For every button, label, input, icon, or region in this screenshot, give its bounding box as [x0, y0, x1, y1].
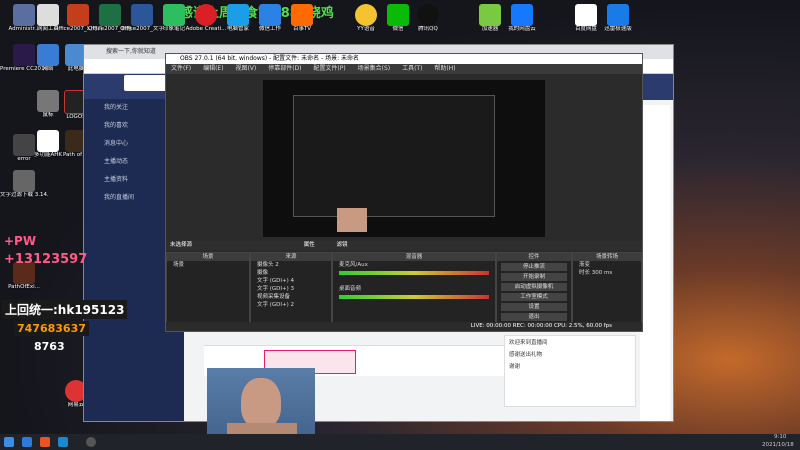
audio-meter	[339, 271, 489, 275]
clock-time[interactable]: 9:10	[774, 434, 786, 440]
studio-mode-button[interactable]: 工作室模式	[501, 293, 567, 301]
menu-help[interactable]: 帮助(H)	[434, 65, 455, 72]
qq-icon	[417, 4, 439, 26]
audio-meter	[339, 295, 489, 299]
overlay-pw: +PW	[4, 234, 37, 248]
desktop-icon[interactable]: 百事TV	[278, 4, 326, 33]
stop-stream-button[interactable]: 停止推流	[501, 263, 567, 271]
source-item[interactable]: 摄像头 2	[251, 261, 331, 269]
transition-select[interactable]: 渐变	[573, 261, 641, 269]
tv-icon	[291, 4, 313, 26]
taskbar: 9:10 2021/10/18	[0, 434, 800, 450]
source-item[interactable]: 视频采集设备	[251, 293, 331, 301]
settings-button[interactable]: 设置	[501, 303, 567, 311]
overlay-code: 8763	[34, 340, 65, 353]
webcam-preview	[337, 208, 367, 232]
menu-edit[interactable]: 编辑(E)	[203, 65, 223, 72]
start-recording-button[interactable]: 开始录制	[501, 273, 567, 281]
person-face	[241, 378, 281, 428]
exit-button[interactable]: 退出	[501, 313, 567, 321]
chat-panel[interactable]: 欢迎来到直播间 感谢送出礼物 谢谢	[504, 335, 636, 407]
cloud-drive-icon	[511, 4, 533, 26]
obs-taskbar-icon[interactable]	[86, 437, 96, 447]
desktop-icon[interactable]: 我的网盘云	[498, 4, 546, 33]
obs-window[interactable]: OBS 27.0.1 (64 bit, windows) - 配置文件: 未命名…	[165, 53, 643, 332]
obs-source-toolbar: 未选择源 属性 滤镜	[166, 241, 642, 250]
edge-icon[interactable]	[58, 437, 68, 447]
overlay-qq: 747683637	[14, 321, 89, 336]
desktop-icon[interactable]: 腾讯QQ	[404, 4, 452, 33]
scene-item[interactable]: 场景	[167, 261, 249, 269]
transitions-dock[interactable]: 场景转场 渐变 时长 300 ms	[572, 252, 642, 324]
overlay-phone: +13123597	[4, 252, 88, 267]
menu-scene-collection[interactable]: 场景集合(S)	[358, 65, 391, 72]
menu-profile[interactable]: 配置文件(P)	[313, 65, 345, 72]
clock-date[interactable]: 2021/10/18	[762, 442, 794, 448]
menu-tools[interactable]: 工具(T)	[402, 65, 422, 72]
menu-view[interactable]: 视图(V)	[235, 65, 256, 72]
overlay-contact: 上回统一:hk195123	[2, 300, 128, 319]
desktop-icon[interactable]: 迅雷极速版	[594, 4, 642, 33]
thunder-icon	[607, 4, 629, 26]
windows-start-icon[interactable]	[4, 437, 14, 447]
obs-status-bar: LIVE: 00:00:00 REC: 00:00:00 CPU: 2.5%, …	[166, 322, 642, 331]
obs-menubar: 文件(F) 编辑(E) 视图(V) 停靠部件(D) 配置文件(P) 场景集合(S…	[166, 64, 642, 74]
obs-preview[interactable]	[263, 80, 545, 237]
source-item[interactable]: 摄像	[251, 269, 331, 277]
menu-file[interactable]: 文件(F)	[171, 65, 191, 72]
source-item[interactable]: 文字 (GDI+) 3	[251, 285, 331, 293]
scenes-dock[interactable]: 场景 场景	[166, 252, 250, 324]
source-item[interactable]: 文字 (GDI+) 2	[251, 301, 331, 309]
sources-dock[interactable]: 来源 摄像头 2 摄像 文字 (GDI+) 4 文字 (GDI+) 3 视频采集…	[250, 252, 332, 324]
nested-preview	[293, 95, 495, 217]
menu-docks[interactable]: 停靠部件(D)	[268, 65, 301, 72]
source-item[interactable]: 文字 (GDI+) 4	[251, 277, 331, 285]
controls-dock[interactable]: 控件 停止推流 开始录制 启动虚拟摄像机 工作室模式 设置 退出	[496, 252, 572, 324]
browser-taskbar-icon[interactable]	[40, 437, 50, 447]
obs-title: OBS 27.0.1 (64 bit, windows) - 配置文件: 未命名…	[166, 54, 642, 64]
file-icon	[13, 170, 35, 192]
mixer-dock[interactable]: 混音器 麦克风/Aux 桌面音频	[332, 252, 496, 324]
desktop-icon[interactable]: 文字过滤下载 3.14.0(3.1...	[0, 170, 48, 199]
ie-icon[interactable]	[22, 437, 32, 447]
duration-input[interactable]: 300 ms	[592, 270, 612, 276]
virtual-camera-button[interactable]: 启动虚拟摄像机	[501, 283, 567, 291]
filters-button[interactable]: 滤镜	[337, 242, 348, 248]
right-rail	[640, 105, 670, 421]
properties-button[interactable]: 属性	[304, 242, 315, 248]
